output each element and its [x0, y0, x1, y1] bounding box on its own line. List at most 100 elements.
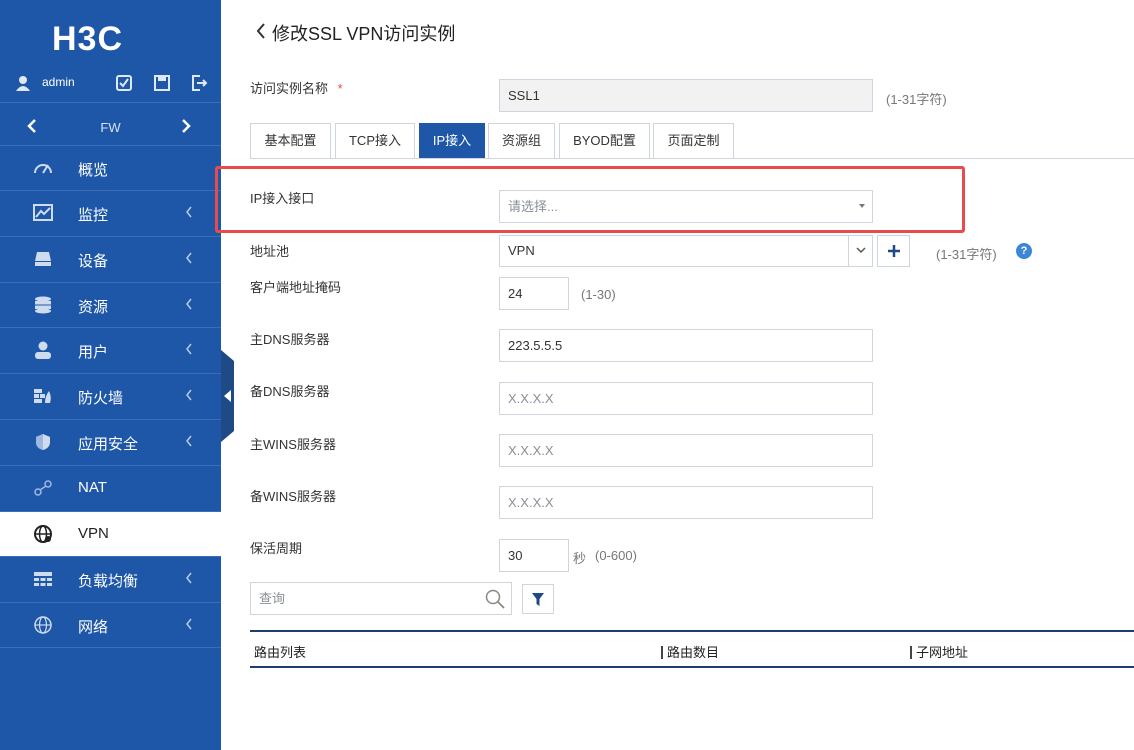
dns2-label: 备DNS服务器	[250, 384, 330, 399]
filter-icon	[532, 593, 544, 606]
column-route-count[interactable]: 路由数目	[661, 642, 719, 661]
pool-dropdown-toggle[interactable]	[848, 235, 874, 267]
sidebar-item-device[interactable]: 设备	[0, 236, 221, 281]
tab-byod[interactable]: BYOD配置	[559, 123, 650, 159]
svg-text:H3C: H3C	[52, 22, 123, 54]
logout-icon[interactable]	[190, 74, 208, 92]
user-avatar-icon	[16, 76, 30, 91]
ip-interface-label: IP接入接口	[250, 191, 315, 206]
sidebar-item-load-balance[interactable]: 负载均衡	[0, 556, 221, 601]
sidebar-item-label: 应用安全	[78, 436, 139, 453]
select-placeholder: 请选择...	[508, 199, 558, 214]
keepalive-unit: 秒	[573, 551, 587, 566]
sidebar-item-label: NAT	[78, 479, 107, 496]
pool-value: VPN	[508, 243, 535, 258]
sidebar-item-label: 防火墙	[78, 390, 124, 407]
keepalive-hint: (0-600)	[595, 548, 637, 563]
mask-input[interactable]: 24	[499, 277, 569, 310]
tab-resource-group[interactable]: 资源组	[488, 123, 555, 159]
chevron-left-icon	[186, 252, 192, 264]
chevron-left-icon	[186, 435, 192, 447]
sidebar-item-monitor[interactable]: 监控	[0, 190, 221, 235]
chevron-left-icon	[186, 343, 192, 355]
user-bar: admin	[0, 64, 221, 103]
search-placeholder: 查询	[259, 591, 286, 606]
tab-page-custom[interactable]: 页面定制	[653, 123, 734, 159]
sidebar-item-vpn[interactable]: VPN	[0, 511, 221, 556]
username: admin	[42, 75, 75, 89]
save-icon[interactable]	[153, 74, 171, 92]
sidebar-item-network[interactable]: 网络	[0, 602, 221, 648]
sidebar-item-firewall[interactable]: 防火墙	[0, 373, 221, 418]
wins2-input[interactable]: X.X.X.X	[499, 486, 873, 519]
caret-left-icon	[224, 390, 231, 402]
chevron-left-icon	[186, 298, 192, 310]
back-icon[interactable]	[256, 23, 266, 39]
wins2-label: 备WINS服务器	[250, 489, 336, 504]
chevron-left-icon	[186, 618, 192, 630]
chevron-left-icon	[186, 572, 192, 584]
instance-name-hint: (1-31字符)	[886, 92, 947, 107]
mask-hint: (1-30)	[581, 287, 616, 302]
device-icon	[35, 252, 51, 266]
plus-icon	[888, 245, 900, 257]
nat-icon	[34, 480, 52, 496]
dns2-input[interactable]: X.X.X.X	[499, 382, 873, 415]
help-icon[interactable]: ?	[1016, 243, 1032, 259]
sidebar-item-label: 用户	[78, 344, 109, 361]
firewall-icon	[34, 389, 51, 403]
shield-icon	[36, 434, 50, 450]
sidebar-item-label: 设备	[78, 253, 109, 270]
page-title: 修改SSL VPN访问实例	[272, 24, 456, 44]
sidebar-item-overview[interactable]: 概览	[0, 145, 221, 190]
checkbox-icon[interactable]	[115, 74, 133, 92]
sidebar-item-app-security[interactable]: 应用安全	[0, 419, 221, 464]
search-icon[interactable]	[485, 589, 505, 609]
filter-button[interactable]	[522, 584, 554, 614]
sidebar-item-label: 网络	[78, 619, 109, 636]
network-icon	[34, 616, 52, 634]
route-search-input[interactable]: 查询	[250, 582, 512, 615]
globe-icon	[34, 525, 52, 543]
ip-interface-select[interactable]: 请选择...	[499, 190, 873, 223]
sidebar-item-label: VPN	[78, 525, 109, 542]
tab-basic[interactable]: 基本配置	[250, 123, 331, 159]
instance-name-input[interactable]: SSL1	[499, 79, 873, 112]
pool-select[interactable]: VPN	[499, 235, 873, 267]
wins1-input[interactable]: X.X.X.X	[499, 434, 873, 467]
instance-name-label: 访问实例名称 *	[250, 81, 343, 96]
sidebar-item-nat[interactable]: NAT	[0, 465, 221, 510]
user-icon	[35, 341, 51, 359]
database-icon	[35, 296, 51, 314]
keepalive-label: 保活周期	[250, 541, 303, 556]
sidebar-item-resource[interactable]: 资源	[0, 282, 221, 327]
required-mark: *	[337, 81, 343, 96]
caret-down-icon	[859, 204, 865, 208]
dns1-label: 主DNS服务器	[250, 332, 330, 347]
sidebar-item-label: 资源	[78, 299, 109, 316]
chevron-left-icon	[186, 389, 192, 401]
column-subnet[interactable]: 子网地址	[910, 642, 968, 661]
tab-ip[interactable]: IP接入	[419, 123, 485, 159]
dashboard-icon	[34, 164, 52, 174]
column-route-list[interactable]: 路由列表	[254, 642, 306, 661]
sidebar: H3C admin FW 概览 监控 设备 资源 用户 防火墙 应用安全 NAT…	[0, 0, 221, 750]
dns1-input[interactable]: 223.5.5.5	[499, 329, 873, 362]
h3c-logo: H3C	[52, 22, 123, 54]
sidebar-item-user[interactable]: 用户	[0, 327, 221, 372]
monitor-icon	[33, 204, 53, 221]
sidebar-item-label: 负载均衡	[78, 573, 139, 590]
mask-label: 客户端地址掩码	[250, 280, 342, 295]
device-switcher: FW	[0, 110, 221, 144]
chevron-right-icon[interactable]	[178, 118, 194, 134]
sidebar-collapse-handle[interactable]	[221, 350, 234, 442]
chevron-down-icon	[856, 247, 866, 254]
add-pool-button[interactable]	[877, 235, 910, 267]
keepalive-input[interactable]: 30	[499, 539, 569, 572]
route-table-header: 路由列表 路由数目 子网地址	[250, 630, 1134, 668]
sidebar-item-label: 概览	[78, 162, 109, 179]
tab-tcp[interactable]: TCP接入	[335, 123, 415, 159]
pool-label: 地址池	[250, 244, 290, 259]
chevron-left-icon	[186, 206, 192, 218]
tab-divider	[250, 158, 1134, 159]
